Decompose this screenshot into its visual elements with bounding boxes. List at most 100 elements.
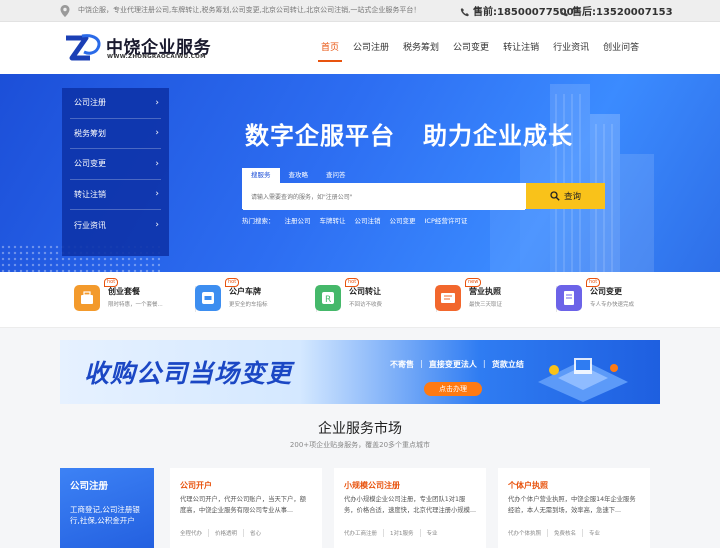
service-business-license[interactable]: new 营业执照 最快三天取证 <box>435 278 557 318</box>
nav-company-registration[interactable]: 公司注册 <box>346 22 396 74</box>
service-company-plate[interactable]: hot 公户车牌 更安全的车指标 <box>195 278 317 318</box>
hot-keyword[interactable]: 公司注销 <box>355 215 381 225</box>
promo-tag: 不寄售 <box>390 360 414 369</box>
featured-card-title: 公司注册 <box>70 481 109 492</box>
service-card-desc: 代办小规模企业公司注册，专业团队1对1服务，价格合适，速度快，北京代理注册小规模… <box>344 496 476 514</box>
service-card-tag: 价格透明 <box>215 529 245 537</box>
chevron-right-icon: › <box>155 97 159 108</box>
search-tabs: 搜服务 查攻略 查问答 <box>242 168 355 183</box>
license-icon <box>435 285 461 311</box>
promo-tag: 直接变更法人 <box>428 360 477 369</box>
service-card-desc: 代办个体户营业执照，中饶企服14年企业服务经验，本人无需到场，效率高，急速下..… <box>508 496 636 514</box>
document-icon <box>556 285 582 311</box>
sidebar-item-company-registration[interactable]: 公司注册 › <box>70 88 161 119</box>
nav-industry-news[interactable]: 行业资讯 <box>546 22 596 74</box>
hero-title: 数字企服平台 助力企业成长 <box>245 116 573 151</box>
sidebar-item-label: 公司变更 <box>74 159 106 169</box>
main-nav: 首页 公司注册 税务筹划 公司变更 转让注销 行业资讯 创业问答 <box>314 22 646 74</box>
service-card-tag: 免费核名 <box>554 529 584 537</box>
search-icon <box>550 191 560 201</box>
service-desc: 不回访不收费 <box>349 302 383 308</box>
sidebar-item-company-change[interactable]: 公司变更 › <box>70 149 161 180</box>
promo-separator: | <box>482 359 486 368</box>
sidebar-item-label: 税务筹划 <box>74 128 106 138</box>
brand-url: WWW.ZHONGRAOCAIWU.COM <box>107 54 206 60</box>
hero-title-left: 数字企服平台 <box>245 122 395 150</box>
isometric-office-illustration <box>538 358 628 402</box>
tab-search-service[interactable]: 搜服务 <box>242 168 280 183</box>
nav-company-change[interactable]: 公司变更 <box>446 22 496 74</box>
chevron-right-icon: › <box>155 220 159 231</box>
service-card[interactable]: 公司开户 代理公司开户，代开公司账户，当天下户，额度高，中饶企业服务有限公司专业… <box>170 468 322 548</box>
promo-separator: | <box>420 359 423 368</box>
service-name: 公户车牌 <box>229 287 261 296</box>
service-card-tags: 代办工商注册 1对1服务 专业 <box>344 529 476 537</box>
aftersale-phone[interactable]: 售后:13520007153 <box>559 3 673 18</box>
featured-category-card[interactable]: 公司注册 工商登记,公司注册银行,社保,公积金开户 <box>60 468 154 548</box>
aftersale-phone-text: 售后:13520007153 <box>572 7 673 18</box>
search-input[interactable] <box>243 185 525 210</box>
section-title: 企业服务市场 <box>318 421 402 437</box>
top-bar: 中饶企服，专业代理注册公司,车牌转让,税务筹划,公司变更,北京公司转让,北京公司… <box>0 0 720 22</box>
nav-transfer-cancel[interactable]: 转让注销 <box>496 22 546 74</box>
tab-search-guide[interactable]: 查攻略 <box>280 168 318 183</box>
promo-headline: 收购公司当场变更 <box>84 359 293 388</box>
hot-searches-label: 热门搜索： <box>242 217 275 225</box>
promo-banner[interactable]: 收购公司当场变更 不寄售 | 直接变更法人 | 货款立结 点击办理 <box>60 340 660 404</box>
transfer-icon: R <box>315 285 341 311</box>
hot-keyword[interactable]: ICP经营许可证 <box>425 215 468 225</box>
service-card-tag: 代办工商注册 <box>344 529 385 537</box>
phone-icon <box>460 8 469 17</box>
buildings-illustration <box>490 84 654 272</box>
hero-title-right: 助力企业成长 <box>423 122 573 150</box>
presale-phone[interactable]: 售前:18500077500 <box>460 3 574 18</box>
section-subtitle: 200+项企业贴身服务，覆盖20多个重点城市 <box>289 441 431 449</box>
site-logo[interactable]: 中饶企业服务 WWW.ZHONGRAOCAIWU.COM <box>64 30 224 66</box>
service-company-change[interactable]: hot 公司变更 专人专办快速完成 <box>556 278 668 318</box>
service-card-tag: 专业 <box>589 531 601 537</box>
promo-tags: 不寄售 | 直接变更法人 | 货款立结 <box>390 359 530 370</box>
service-card[interactable]: 个体户执照 代办个体户营业执照，中饶企服14年企业服务经验，本人无需到场，效率高… <box>498 468 650 548</box>
category-sidebar: 公司注册 › 税务筹划 › 公司变更 › 转让注销 › 行业资讯 › <box>62 88 169 256</box>
service-card-tag: 1对1服务 <box>390 529 421 537</box>
service-card-desc: 代理公司开户，代开公司账户，当天下户，额度高，中饶企业服务有限公司专业从事... <box>180 496 306 514</box>
chevron-right-icon: › <box>155 128 159 139</box>
service-card-title: 小规模公司注册 <box>344 481 400 490</box>
sidebar-item-transfer-cancel[interactable]: 转让注销 › <box>70 180 161 210</box>
service-desc: 限时特惠，一个套餐... <box>108 302 163 308</box>
service-startup-package[interactable]: hot 创业套餐 限时特惠，一个套餐... <box>74 278 196 318</box>
site-tagline: 中饶企服，专业代理注册公司,车牌转让,税务筹划,公司变更,北京公司转让,北京公司… <box>78 6 421 14</box>
site-header: 中饶企业服务 WWW.ZHONGRAOCAIWU.COM 首页 公司注册 税务筹… <box>0 22 720 74</box>
service-desc: 最快三天取证 <box>469 302 503 308</box>
service-card-title: 公司开户 <box>180 481 212 490</box>
sidebar-item-tax-planning[interactable]: 税务筹划 › <box>70 119 161 149</box>
service-desc: 专人专办快速完成 <box>590 302 635 308</box>
tab-search-qa[interactable]: 查问答 <box>317 168 355 183</box>
nav-startup-qa[interactable]: 创业问答 <box>596 22 646 74</box>
sidebar-item-label: 公司注册 <box>74 98 106 108</box>
nav-tax-planning[interactable]: 税务筹划 <box>396 22 446 74</box>
logo-mark-icon <box>66 34 101 61</box>
service-card[interactable]: 小规模公司注册 代办小规模企业公司注册，专业团队1对1服务，价格合适，速度快，北… <box>334 468 486 548</box>
nav-home[interactable]: 首页 <box>314 22 346 74</box>
hot-keyword[interactable]: 车牌转让 <box>320 215 346 225</box>
service-card-tag: 全程代办 <box>180 529 210 537</box>
phone-icon <box>559 8 568 17</box>
service-desc: 更安全的车指标 <box>229 302 268 308</box>
sidebar-item-industry-news[interactable]: 行业资讯 › <box>70 210 161 241</box>
service-name: 公司变更 <box>590 287 622 296</box>
service-card-tags: 全程代办 价格透明 省心 <box>180 529 312 537</box>
service-card-title: 个体户执照 <box>508 481 548 490</box>
promo-tag: 货款立结 <box>491 360 524 369</box>
promo-cta-button[interactable]: 点击办理 <box>424 382 482 396</box>
service-card-tags: 代办个体执照 免费核名 专业 <box>508 529 640 537</box>
hot-keyword[interactable]: 注册公司 <box>285 215 311 225</box>
license-plate-icon <box>195 285 221 311</box>
hot-searches: 热门搜索： 注册公司 车牌转让 公司注销 公司变更 ICP经营许可证 <box>242 215 476 225</box>
service-company-transfer[interactable]: R hot 公司转让 不回访不收费 <box>315 278 437 318</box>
service-name: 营业执照 <box>469 287 501 296</box>
hot-keyword[interactable]: 公司变更 <box>390 215 416 225</box>
svg-text:R: R <box>325 295 331 305</box>
quick-services: hot 创业套餐 限时特惠，一个套餐... hot 公户车牌 更安全的车指标 R… <box>0 272 720 328</box>
search-button[interactable]: 查询 <box>526 183 605 209</box>
